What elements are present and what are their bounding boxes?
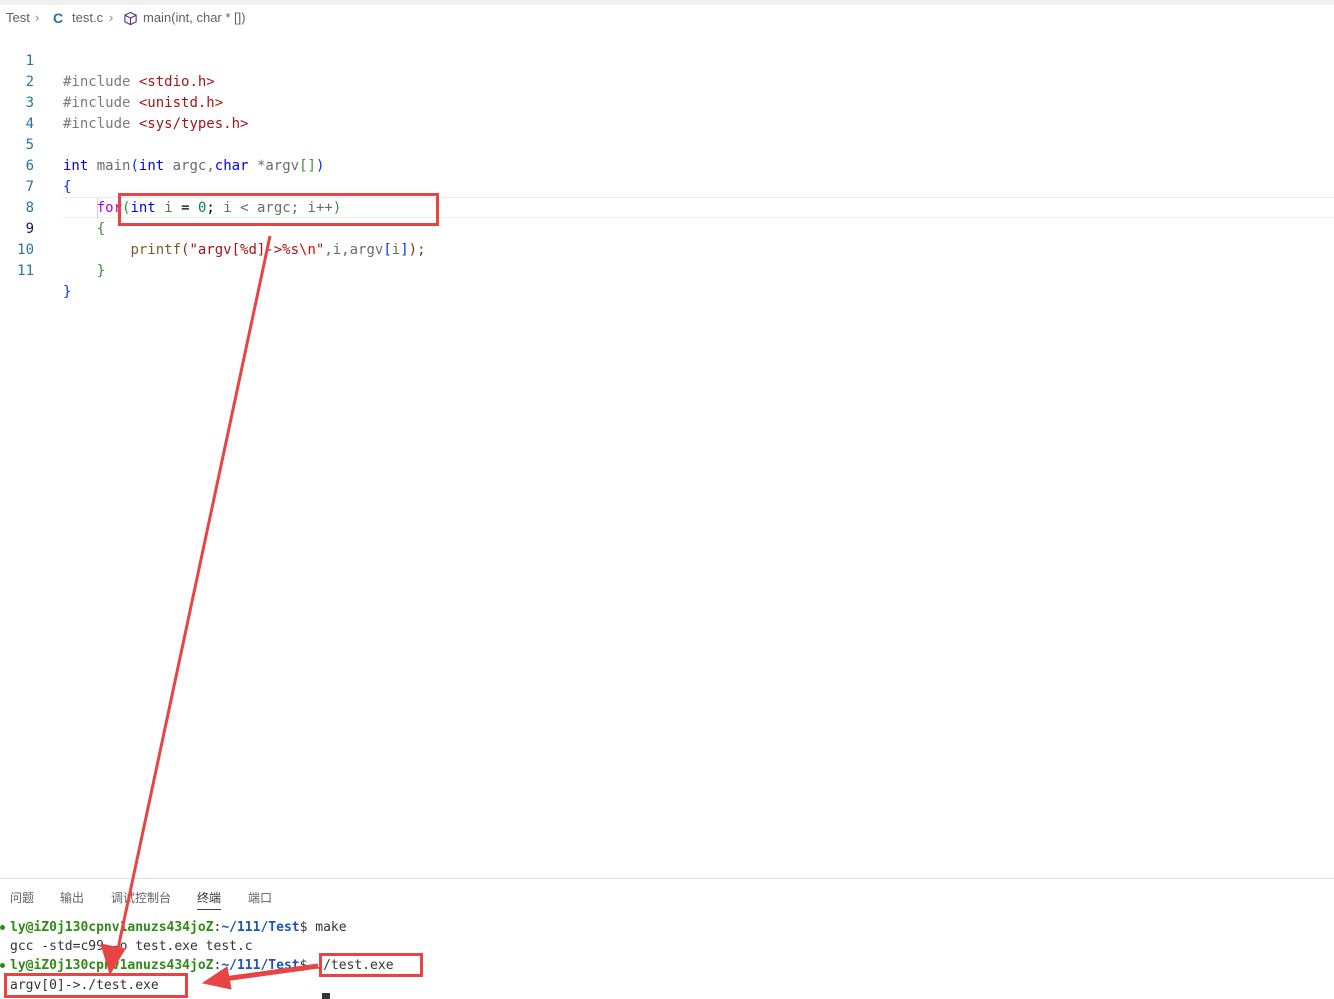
arrow-line <box>223 963 319 982</box>
annotation-arrows <box>100 235 319 990</box>
arrow-head <box>100 943 126 976</box>
arrow-head <box>201 966 232 990</box>
arrow-line <box>114 235 272 959</box>
